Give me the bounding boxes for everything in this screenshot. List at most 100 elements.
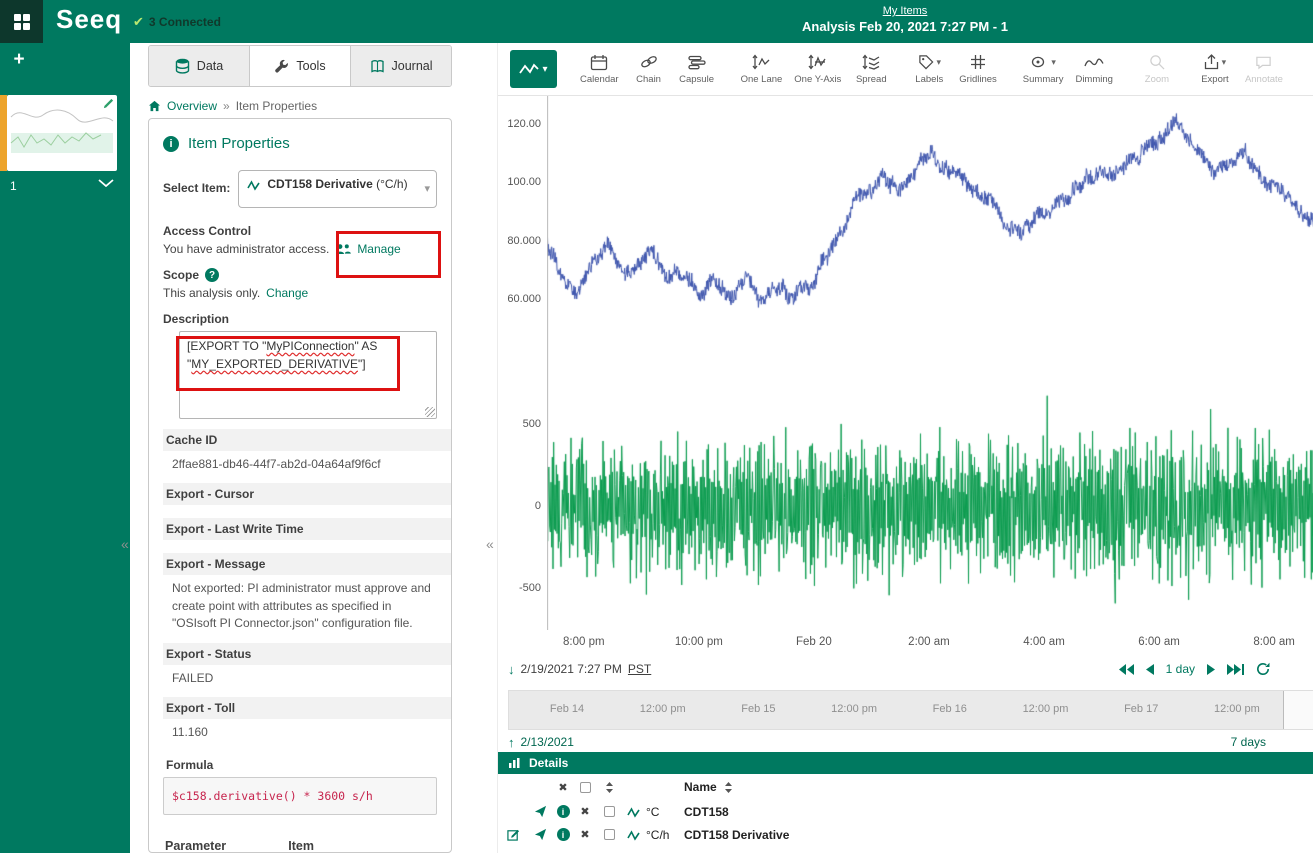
edit-pencil-icon [103,98,114,109]
one-y-axis-icon [808,54,827,70]
range-step-label[interactable]: 1 day [1166,662,1195,676]
parameter-column-header: Parameter [163,835,286,853]
name-column-header[interactable]: Name [684,780,717,794]
item-properties-card: i Item Properties Select Item: CDT158 De… [148,118,452,853]
breadcrumb-overview-link[interactable]: Overview [167,99,217,113]
collapse-sidebar-handle[interactable]: « [121,536,129,552]
zoom-magnifier-icon [1149,54,1165,70]
one-y-axis-button[interactable]: One Y-Axis [789,51,846,87]
arrow-down-icon: ↓ [508,662,515,677]
remove-icon[interactable]: ✖ [574,805,596,818]
dimming-button[interactable]: Dimming [1070,51,1117,87]
tool-label: One Y-Axis [794,74,841,85]
scope-label: Scope [163,268,199,282]
help-question-icon[interactable]: ? [205,268,219,282]
tab-data[interactable]: Data [149,46,250,86]
investigate-range-start[interactable]: ↑ 2/13/2021 [508,735,574,750]
sort-icon[interactable] [596,782,622,793]
tool-label: Summary [1023,74,1064,85]
apps-menu-button[interactable] [0,0,43,43]
users-icon [335,243,351,255]
info-icon[interactable]: i [552,828,574,841]
chain-button[interactable]: Chain [626,51,672,87]
description-text-part: [EXPORT TO " [187,339,266,353]
tool-label: Capsule [679,74,714,85]
property-block: Export - Last Write Time [163,518,437,544]
tool-label: Spread [856,74,887,85]
trend-icon [519,61,539,77]
calendar-button[interactable]: Calendar [575,51,624,87]
tab-journal[interactable]: Journal [351,46,451,86]
trend-plot-canvas[interactable] [547,96,1313,630]
scrubber-selected-range[interactable] [1283,691,1313,729]
access-control-text: You have administrator access. [163,242,329,256]
export-button[interactable]: ▾ Export [1192,51,1238,87]
y-tick-label: 500 [498,418,541,430]
jump-to-icon[interactable] [528,805,552,818]
details-chart-icon [508,757,521,769]
zoom-button[interactable]: Zoom [1134,51,1180,87]
remove-all-icon[interactable]: ✖ [552,781,574,794]
tab-tools[interactable]: Tools [250,46,351,86]
scope-change-link[interactable]: Change [266,286,308,300]
selected-item-name: CDT158 Derivative [267,177,372,191]
jump-to-icon[interactable] [528,828,552,841]
info-icon[interactable]: i [552,805,574,818]
select-item-label: Select Item: [163,170,230,208]
add-worksheet-button[interactable]: + [6,47,32,73]
y-tick-label: 60.000 [498,293,541,305]
chevron-down-icon[interactable] [98,179,114,187]
row-checkbox[interactable] [604,829,615,840]
signal-icon [622,806,646,818]
chevron-down-icon: ▾ [937,57,942,68]
property-block: Cache ID 2ffae881-db46-44f7-ab2d-04a64af… [163,429,437,474]
chevron-down-icon: ▾ [1051,57,1056,68]
description-textarea[interactable]: [EXPORT TO "MyPIConnection" AS "MY_EXPOR… [179,331,437,419]
agents-connected-status[interactable]: ✔ 3 Connected [133,14,221,30]
step-back-button[interactable] [1146,664,1154,675]
step-back-fast-button[interactable] [1119,664,1134,675]
x-tick-label: 8:00 pm [563,636,605,648]
display-range-start[interactable]: ↓ 2/19/2021 7:27 PM PST [508,662,651,677]
gridlines-button[interactable]: Gridlines [954,51,1002,87]
select-item-row: Select Item: CDT158 Derivative (°C/h) ▾ [163,170,437,208]
manage-access-link[interactable]: Manage [357,242,400,256]
item-select-dropdown[interactable]: CDT158 Derivative (°C/h) ▾ [238,170,437,208]
investigate-duration-label[interactable]: 7 days [1231,735,1266,749]
select-all-checkbox[interactable] [580,782,591,793]
scrubber-tick-label: Feb 17 [1124,703,1158,715]
seeq-logo[interactable]: Seeq [56,4,122,35]
worksheet-thumbnail[interactable] [7,95,117,171]
scrubber[interactable]: Feb 1412:00 pmFeb 1512:00 pmFeb 1612:00 … [508,690,1313,730]
timezone-link[interactable]: PST [628,662,651,676]
item-name[interactable]: CDT158 [684,805,1313,819]
description-word-misspelled: MY_EXPORTED_DERIVATIVE [191,357,358,371]
item-name[interactable]: CDT158 Derivative [684,828,1313,842]
property-block: Export - Cursor [163,483,437,509]
step-to-end-button[interactable] [1227,664,1244,675]
summary-button[interactable]: ▾ Summary [1018,51,1069,87]
annotate-button[interactable]: Annotate [1240,51,1288,87]
details-panel-header[interactable]: Details [498,752,1313,774]
worksheet-sidebar: + 1 [0,43,130,853]
capsule-button[interactable]: Capsule [674,51,720,87]
display-range-row: ↓ 2/19/2021 7:27 PM PST 1 day [498,655,1313,683]
collapse-panel-handle[interactable]: « [486,536,494,552]
edit-formula-icon[interactable] [498,828,528,841]
spread-button[interactable]: Spread [848,51,894,87]
remove-icon[interactable]: ✖ [574,828,596,841]
step-forward-button[interactable] [1207,664,1215,675]
my-items-link[interactable]: My Items [883,5,928,17]
check-icon: ✔ [133,14,144,30]
row-checkbox[interactable] [604,806,615,817]
one-lane-button[interactable]: One Lane [736,51,788,87]
spread-icon [862,54,881,70]
tool-label: Gridlines [959,74,997,85]
sort-icon[interactable] [725,782,732,793]
refresh-icon[interactable] [1256,662,1270,676]
details-header-row: ✖ Name [498,774,1313,800]
view-selector-button[interactable]: ▾ [510,50,557,88]
property-value: 2ffae881-db46-44f7-ab2d-04a64af9f6cf [163,451,437,474]
one-lane-icon [752,54,771,70]
labels-button[interactable]: ▾ Labels [906,51,952,87]
